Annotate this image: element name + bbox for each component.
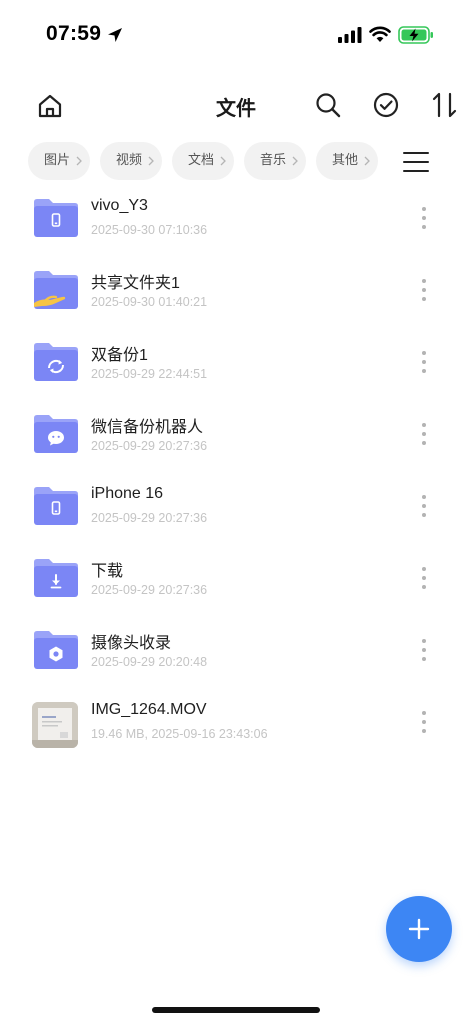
chevron-right-icon xyxy=(292,156,298,166)
sort-icon[interactable] xyxy=(430,90,460,120)
wifi-icon xyxy=(369,26,391,42)
home-icon[interactable] xyxy=(36,92,64,120)
file-name: IMG_1264.MOV xyxy=(91,701,207,718)
cellular-signal-icon xyxy=(338,27,362,43)
file-row[interactable]: iPhone 16 2025-09-29 20:27:36 xyxy=(0,478,472,550)
page-title: 文件 xyxy=(216,96,256,120)
folder-share-icon xyxy=(34,271,78,309)
file-name: 摄像头收录 xyxy=(91,635,172,652)
folder-wechat-icon xyxy=(34,415,78,453)
chevron-right-icon xyxy=(220,156,226,166)
search-icon[interactable] xyxy=(314,91,342,119)
file-meta: 2025-09-29 22:44:51 xyxy=(91,367,208,381)
status-bar: 07:59 xyxy=(0,0,472,70)
folder-camera-icon xyxy=(34,631,78,669)
file-row[interactable]: 下载 2025-09-29 20:27:36 xyxy=(0,550,472,622)
category-chip-documents[interactable]: 文档 xyxy=(172,142,234,180)
file-meta: 2025-09-29 20:27:36 xyxy=(91,439,208,453)
file-row[interactable]: 微信备份机器人 2025-09-29 20:27:36 xyxy=(0,406,472,478)
plus-icon xyxy=(408,918,430,940)
video-thumbnail xyxy=(32,702,78,748)
file-row[interactable]: 双备份1 2025-09-29 22:44:51 xyxy=(0,334,472,406)
add-button[interactable] xyxy=(386,896,452,962)
top-navigation-bar: 文件 xyxy=(0,78,472,134)
more-options-icon[interactable] xyxy=(414,708,434,736)
file-row[interactable]: vivo_Y3 2025-09-30 07:10:36 xyxy=(0,190,472,262)
chevron-right-icon xyxy=(148,156,154,166)
chip-label: 音乐 xyxy=(260,153,287,168)
chip-label: 视频 xyxy=(116,153,143,168)
chevron-right-icon xyxy=(76,156,82,166)
chip-label: 其他 xyxy=(332,153,359,168)
file-row[interactable]: 摄像头收录 2025-09-29 20:20:48 xyxy=(0,622,472,694)
file-name: 双备份1 xyxy=(91,347,148,364)
file-name: iPhone 16 xyxy=(91,485,164,502)
video-thumbnail-image xyxy=(32,702,78,748)
file-name: 共享文件夹1 xyxy=(91,275,180,292)
category-chip-music[interactable]: 音乐 xyxy=(244,142,306,180)
more-options-icon[interactable] xyxy=(414,492,434,520)
home-indicator[interactable] xyxy=(152,1007,320,1013)
more-options-icon[interactable] xyxy=(414,348,434,376)
category-chip-images[interactable]: 图片 xyxy=(28,142,90,180)
battery-charging-icon xyxy=(398,26,433,44)
chip-label: 图片 xyxy=(44,153,71,168)
category-chip-videos[interactable]: 视频 xyxy=(100,142,162,180)
status-time: 07:59 xyxy=(46,22,102,45)
folder-phone-icon xyxy=(34,487,78,525)
folder-phone-icon xyxy=(34,199,78,237)
more-options-icon[interactable] xyxy=(414,636,434,664)
files-screen: 07:59 文件 图片 视频 文档 音乐 其他 vivo_Y3 2025-09-… xyxy=(0,0,472,1024)
location-arrow-icon xyxy=(108,28,122,42)
file-meta: 2025-09-29 20:20:48 xyxy=(91,655,208,669)
file-row[interactable]: 共享文件夹1 2025-09-30 01:40:21 xyxy=(0,262,472,334)
file-meta: 2025-09-30 01:40:21 xyxy=(91,295,208,309)
file-name: 下载 xyxy=(91,563,124,580)
more-options-icon[interactable] xyxy=(414,204,434,232)
file-meta: 19.46 MB, 2025-09-16 23:43:06 xyxy=(91,727,268,741)
file-row[interactable]: IMG_1264.MOV 19.46 MB, 2025-09-16 23:43:… xyxy=(0,694,472,766)
file-meta: 2025-09-29 20:27:36 xyxy=(91,511,208,525)
more-options-icon[interactable] xyxy=(414,420,434,448)
folder-backup-icon xyxy=(34,343,78,381)
file-name: vivo_Y3 xyxy=(91,197,148,214)
folder-download-icon xyxy=(34,559,78,597)
category-chips: 图片 视频 文档 音乐 其他 xyxy=(28,142,388,180)
select-check-icon[interactable] xyxy=(372,91,400,119)
file-meta: 2025-09-29 20:27:36 xyxy=(91,583,208,597)
category-chip-other[interactable]: 其他 xyxy=(316,142,378,180)
more-options-icon[interactable] xyxy=(414,276,434,304)
file-meta: 2025-09-30 07:10:36 xyxy=(91,223,208,237)
menu-icon[interactable] xyxy=(402,150,430,174)
chip-label: 文档 xyxy=(188,153,215,168)
file-name: 微信备份机器人 xyxy=(91,419,204,436)
more-options-icon[interactable] xyxy=(414,564,434,592)
chevron-right-icon xyxy=(364,156,370,166)
